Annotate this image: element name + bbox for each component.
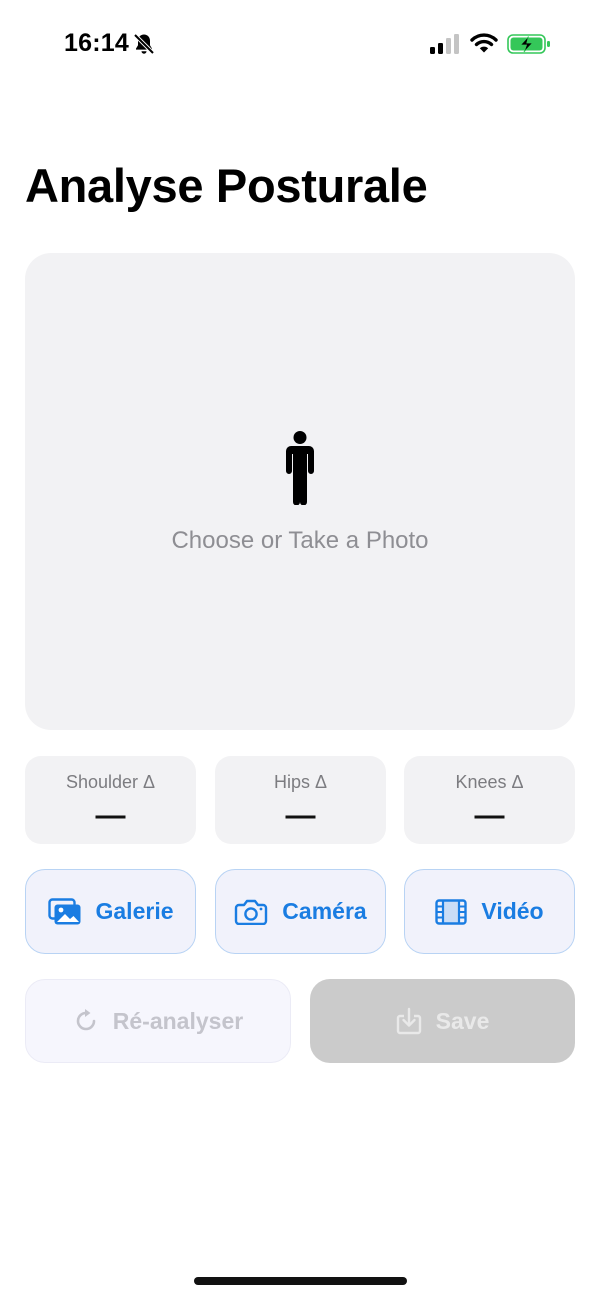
metric-hips: Hips Δ — [215,756,386,844]
status-bar: 16:14 [0,0,600,90]
metric-shoulder: Shoulder Δ — [25,756,196,844]
reanalyze-button[interactable]: Ré-analyser [25,979,291,1063]
photo-prompt-text: Choose or Take a Photo [171,527,429,554]
metric-label: Shoulder Δ [65,772,156,792]
gallery-button-label: Galerie [95,898,174,924]
wifi-icon [470,33,498,53]
cellular-signal-icon [430,34,459,54]
metric-knees: Knees Δ — [404,756,575,844]
metric-label: Hips Δ [273,772,328,792]
metric-value: — [474,799,505,832]
save-button[interactable]: Save [310,979,575,1063]
home-indicator[interactable] [194,1277,407,1285]
metric-value: — [95,799,126,832]
camera-icon [235,899,268,925]
video-button-label: Vidéo [481,898,544,924]
download-icon [396,1007,421,1035]
page-title: Analyse Posturale [25,159,428,212]
status-time: 16:14 [64,29,129,57]
gallery-button[interactable]: Galerie [25,869,196,954]
reanalyze-button-label: Ré-analyser [112,1007,244,1034]
camera-button-label: Caméra [282,898,367,924]
film-icon [435,898,468,925]
metric-value: — [285,799,316,832]
metric-label: Knees Δ [455,772,524,792]
person-standing-icon [286,431,314,505]
battery-charging-icon [507,34,550,54]
camera-button[interactable]: Caméra [215,869,386,954]
refresh-icon [76,1009,96,1031]
photo-picker-area[interactable]: Choose or Take a Photo [25,253,575,730]
save-button-label: Save [435,1007,490,1034]
video-button[interactable]: Vidéo [404,869,575,954]
photo-stack-icon [47,897,80,924]
bell-slash-icon [133,33,155,55]
